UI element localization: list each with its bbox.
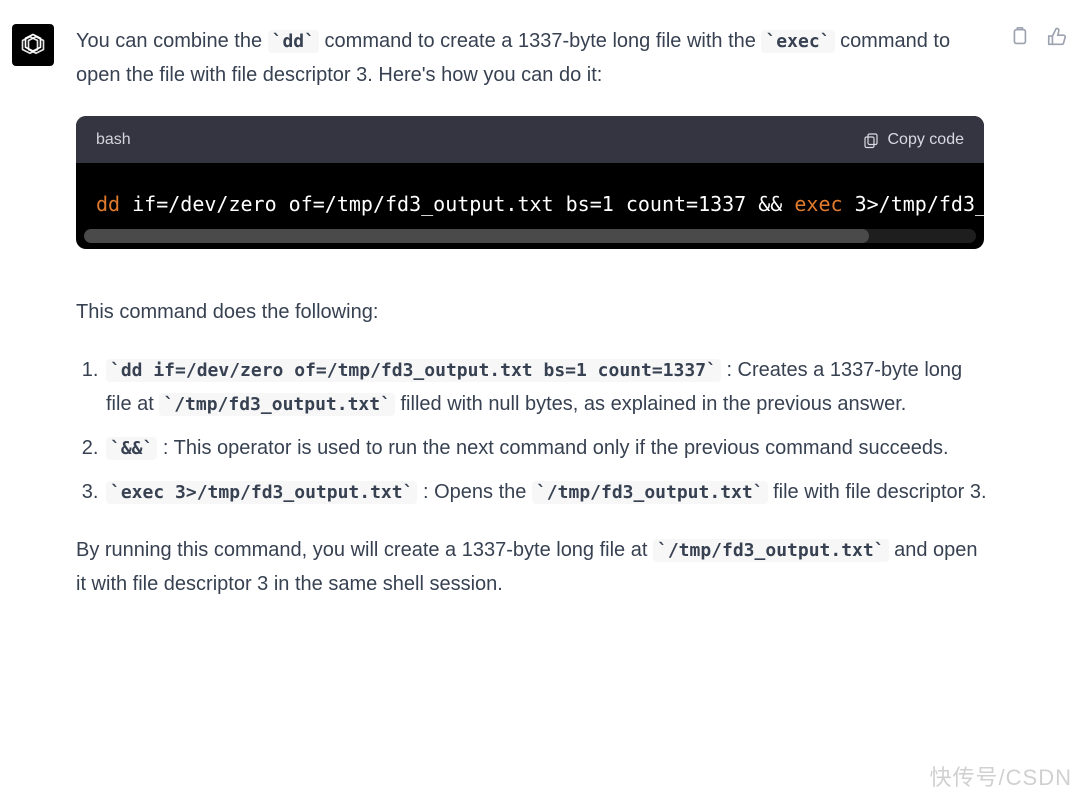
steps-list: `dd if=/dev/zero of=/tmp/fd3_output.txt … xyxy=(76,353,990,509)
explain-lead: This command does the following: xyxy=(76,295,990,329)
text: : This operator is used to run the next … xyxy=(163,437,949,459)
inline-code: `/tmp/fd3_output.txt` xyxy=(159,393,395,416)
thumbs-up-icon xyxy=(1046,26,1068,48)
code-token: exec xyxy=(794,192,842,216)
code-block: bash Copy code dd if=/dev/zero of=/tmp/f… xyxy=(76,116,984,249)
text: command to create a 1337-byte long file … xyxy=(325,30,762,52)
code-token: 3>/tmp/fd3_ou xyxy=(843,192,984,216)
clipboard-icon xyxy=(862,131,880,149)
code-body-wrap: dd if=/dev/zero of=/tmp/fd3_output.txt b… xyxy=(76,163,984,243)
copy-message-button[interactable] xyxy=(1008,26,1030,53)
list-item: `dd if=/dev/zero of=/tmp/fd3_output.txt … xyxy=(104,353,990,421)
code-lang-label: bash xyxy=(96,126,131,153)
horizontal-scrollbar[interactable] xyxy=(84,229,976,243)
thumbs-up-button[interactable] xyxy=(1046,26,1068,53)
code-token: dd xyxy=(96,192,120,216)
message-content: You can combine the `dd` command to crea… xyxy=(76,24,1068,611)
copy-code-label: Copy code xyxy=(888,126,965,153)
text: : Opens the xyxy=(423,481,532,503)
copy-code-button[interactable]: Copy code xyxy=(862,126,965,153)
text: filled with null bytes, as explained in … xyxy=(401,393,907,415)
inline-code-exec: `exec` xyxy=(761,30,834,53)
outro-paragraph: By running this command, you will create… xyxy=(76,533,990,601)
watermark: 快传号/CSDN xyxy=(930,760,1072,792)
code-block-header: bash Copy code xyxy=(76,116,984,163)
message-actions xyxy=(1008,26,1068,53)
inline-code: `/tmp/fd3_output.txt` xyxy=(653,539,889,562)
message-container: You can combine the `dd` command to crea… xyxy=(0,0,1080,635)
list-item: `&&` : This operator is used to run the … xyxy=(104,431,990,465)
scrollbar-thumb[interactable] xyxy=(84,229,869,243)
text: file with file descriptor 3. xyxy=(773,481,986,503)
inline-code: `&&` xyxy=(106,437,157,460)
inline-code: `exec 3>/tmp/fd3_output.txt` xyxy=(106,481,417,504)
openai-logo-icon xyxy=(18,30,48,60)
list-item: `exec 3>/tmp/fd3_output.txt` : Opens the… xyxy=(104,475,990,509)
intro-paragraph: You can combine the `dd` command to crea… xyxy=(76,24,990,92)
assistant-avatar xyxy=(12,24,54,66)
inline-code: `/tmp/fd3_output.txt` xyxy=(532,481,768,504)
text: By running this command, you will create… xyxy=(76,539,653,561)
clipboard-icon xyxy=(1008,26,1030,48)
inline-code: `dd if=/dev/zero of=/tmp/fd3_output.txt … xyxy=(106,359,721,382)
inline-code-dd: `dd` xyxy=(268,30,319,53)
text: You can combine the xyxy=(76,30,268,52)
code-body[interactable]: dd if=/dev/zero of=/tmp/fd3_output.txt b… xyxy=(76,163,984,229)
code-token: if=/dev/zero of=/tmp/fd3_output.txt bs=1… xyxy=(120,192,794,216)
